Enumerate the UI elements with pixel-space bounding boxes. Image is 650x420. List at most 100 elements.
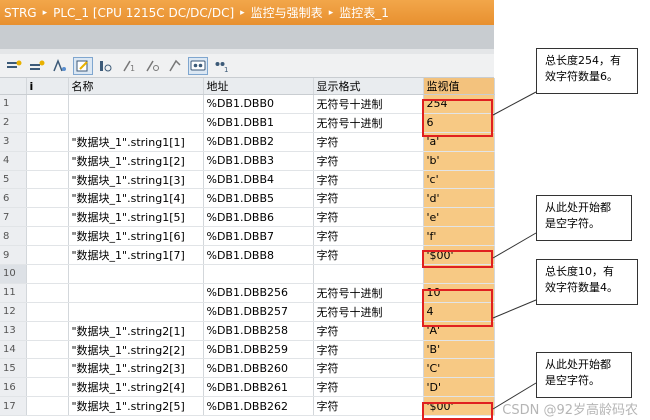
table-row[interactable]: 13 "数据块_1".string2[1] %DB1.DBB258 字符 'A': [0, 321, 495, 341]
watermark: CSDN @92岁高龄码农: [502, 403, 638, 418]
table-row[interactable]: 15 "数据块_1".string2[3] %DB1.DBB260 字符 'C': [0, 358, 495, 379]
svg-text:1: 1: [130, 64, 135, 73]
row-number-cell: 11: [0, 283, 27, 303]
name-cell[interactable]: [68, 113, 204, 133]
address-cell[interactable]: %DB1.DBB261: [203, 377, 314, 398]
address-cell[interactable]: %DB1.DBB256: [203, 283, 314, 303]
name-cell[interactable]: [68, 283, 204, 303]
address-cell[interactable]: %DB1.DBB8: [203, 245, 314, 266]
row-number-cell: 10: [0, 264, 27, 284]
table-row[interactable]: 4 "数据块_1".string1[2] %DB1.DBB3 字符'b': [0, 151, 495, 171]
monitor-value-cell: 'e': [423, 207, 495, 228]
address-cell[interactable]: %DB1.DBB2: [203, 132, 314, 152]
display-format-cell[interactable]: 字符: [313, 245, 424, 266]
header-address[interactable]: 地址: [203, 78, 314, 95]
monitor-value-cell: 10: [423, 283, 495, 303]
table-row[interactable]: 5 "数据块_1".string1[3] %DB1.DBB4 字符'c': [0, 170, 495, 190]
header-monitor-value[interactable]: 监视值: [423, 78, 495, 95]
display-format-cell[interactable]: 无符号十进制: [313, 302, 424, 322]
update-icon[interactable]: [50, 57, 70, 75]
address-cell[interactable]: %DB1.DBB257: [203, 302, 314, 322]
breadcrumb-plc[interactable]: PLC_1 [CPU 1215C DC/DC/DC]: [53, 6, 234, 20]
row-number-cell: 13: [0, 321, 27, 341]
name-cell[interactable]: "数据块_1".string1[1]: [68, 132, 204, 152]
modify-value-icon[interactable]: 1: [119, 57, 139, 75]
display-format-cell[interactable]: 字符: [313, 226, 424, 247]
name-cell[interactable]: "数据块_1".string1[7]: [68, 245, 204, 266]
address-cell[interactable]: %DB1.DBB7: [203, 226, 314, 247]
name-cell[interactable]: "数据块_1".string1[4]: [68, 188, 204, 209]
table-row[interactable]: 17 "数据块_1".string2[5] %DB1.DBB262 字符 '$00': [0, 396, 495, 417]
name-cell[interactable]: [68, 94, 204, 114]
address-cell[interactable]: %DB1.DBB260: [203, 358, 314, 379]
table-row[interactable]: 1 %DB1.DBB0 无符号十进制 254: [0, 94, 495, 114]
modify-now-icon[interactable]: [142, 57, 162, 75]
address-cell[interactable]: %DB1.DBB3: [203, 151, 314, 171]
display-format-cell[interactable]: 字符: [313, 340, 424, 360]
table-row[interactable]: 7 "数据块_1".string1[5] %DB1.DBB6 字符'e': [0, 207, 495, 228]
table-row[interactable]: 11 %DB1.DBB256 无符号十进制 10: [0, 283, 495, 303]
address-cell[interactable]: %DB1.DBB262: [203, 396, 314, 417]
name-cell[interactable]: "数据块_1".string1[5]: [68, 207, 204, 228]
row-number-cell: 14: [0, 340, 27, 360]
monitor-value-cell: 'D': [423, 377, 495, 398]
name-cell[interactable]: "数据块_1".string2[2]: [68, 340, 204, 360]
table-row[interactable]: 16 "数据块_1".string2[4] %DB1.DBB261 字符 'D': [0, 377, 495, 398]
show-all-icon[interactable]: [96, 57, 116, 75]
modify-icon[interactable]: [73, 56, 93, 75]
address-cell[interactable]: %DB1.DBB0: [203, 94, 314, 114]
monitor-once-icon[interactable]: 1: [211, 57, 231, 75]
table-row[interactable]: 9 "数据块_1".string1[7] %DB1.DBB8 字符 '$00': [0, 245, 495, 266]
name-cell[interactable]: "数据块_1".string2[4]: [68, 377, 204, 398]
display-format-cell[interactable]: 无符号十进制: [313, 283, 424, 303]
address-cell[interactable]: %DB1.DBB6: [203, 207, 314, 228]
table-row[interactable]: 2 %DB1.DBB1 无符号十进制 6: [0, 113, 495, 133]
monitor-all-icon[interactable]: [188, 56, 208, 75]
name-cell[interactable]: [68, 302, 204, 322]
display-format-cell[interactable]: 无符号十进制: [313, 94, 424, 114]
name-cell[interactable]: "数据块_1".string1[2]: [68, 151, 204, 171]
address-cell[interactable]: %DB1.DBB1: [203, 113, 314, 133]
address-cell[interactable]: %DB1.DBB5: [203, 188, 314, 209]
callout-string2-empty: 从此处开始都 是空字符。: [536, 352, 632, 398]
display-format-cell[interactable]: 字符: [313, 358, 424, 379]
table-row[interactable]: 10: [0, 264, 495, 284]
header-name[interactable]: 名称: [68, 78, 204, 95]
breadcrumb-watch-tables[interactable]: 监控与强制表: [251, 4, 323, 21]
name-cell[interactable]: "数据块_1".string2[3]: [68, 358, 204, 379]
name-cell[interactable]: "数据块_1".string1[3]: [68, 170, 204, 190]
address-cell[interactable]: [203, 264, 314, 284]
name-cell[interactable]: "数据块_1".string1[6]: [68, 226, 204, 247]
address-cell[interactable]: %DB1.DBB259: [203, 340, 314, 360]
address-cell[interactable]: %DB1.DBB258: [203, 321, 314, 341]
table-row[interactable]: 3 "数据块_1".string1[1] %DB1.DBB2 字符'a': [0, 132, 495, 152]
address-cell[interactable]: %DB1.DBB4: [203, 170, 314, 190]
force-icon[interactable]: [165, 57, 185, 75]
table-row[interactable]: 6 "数据块_1".string1[4] %DB1.DBB5 字符'd': [0, 188, 495, 209]
header-display-format[interactable]: 显示格式: [313, 78, 424, 95]
table-row[interactable]: 14 "数据块_1".string2[2] %DB1.DBB259 字符 'B': [0, 340, 495, 360]
name-cell[interactable]: [68, 264, 204, 284]
display-format-cell[interactable]: 字符: [313, 132, 424, 152]
row-number-cell: 12: [0, 302, 27, 322]
display-format-cell[interactable]: [313, 264, 424, 284]
display-format-cell[interactable]: 字符: [313, 151, 424, 171]
insert-row-icon[interactable]: [4, 57, 24, 75]
name-cell[interactable]: "数据块_1".string2[1]: [68, 321, 204, 341]
header-info[interactable]: i: [26, 78, 69, 95]
display-format-cell[interactable]: 无符号十进制: [313, 113, 424, 133]
name-cell[interactable]: "数据块_1".string2[5]: [68, 396, 204, 417]
breadcrumb-project[interactable]: STRG: [4, 6, 37, 20]
row-number-cell: 9: [0, 245, 27, 266]
table-row[interactable]: 8 "数据块_1".string1[6] %DB1.DBB7 字符'f': [0, 226, 495, 247]
display-format-cell[interactable]: 字符: [313, 321, 424, 341]
display-format-cell[interactable]: 字符: [313, 188, 424, 209]
info-cell: [26, 302, 69, 322]
display-format-cell[interactable]: 字符: [313, 377, 424, 398]
display-format-cell[interactable]: 字符: [313, 396, 424, 417]
add-row-icon[interactable]: [27, 57, 47, 75]
display-format-cell[interactable]: 字符: [313, 170, 424, 190]
info-cell: [26, 358, 69, 379]
table-row[interactable]: 12 %DB1.DBB257 无符号十进制 4: [0, 302, 495, 322]
display-format-cell[interactable]: 字符: [313, 207, 424, 228]
